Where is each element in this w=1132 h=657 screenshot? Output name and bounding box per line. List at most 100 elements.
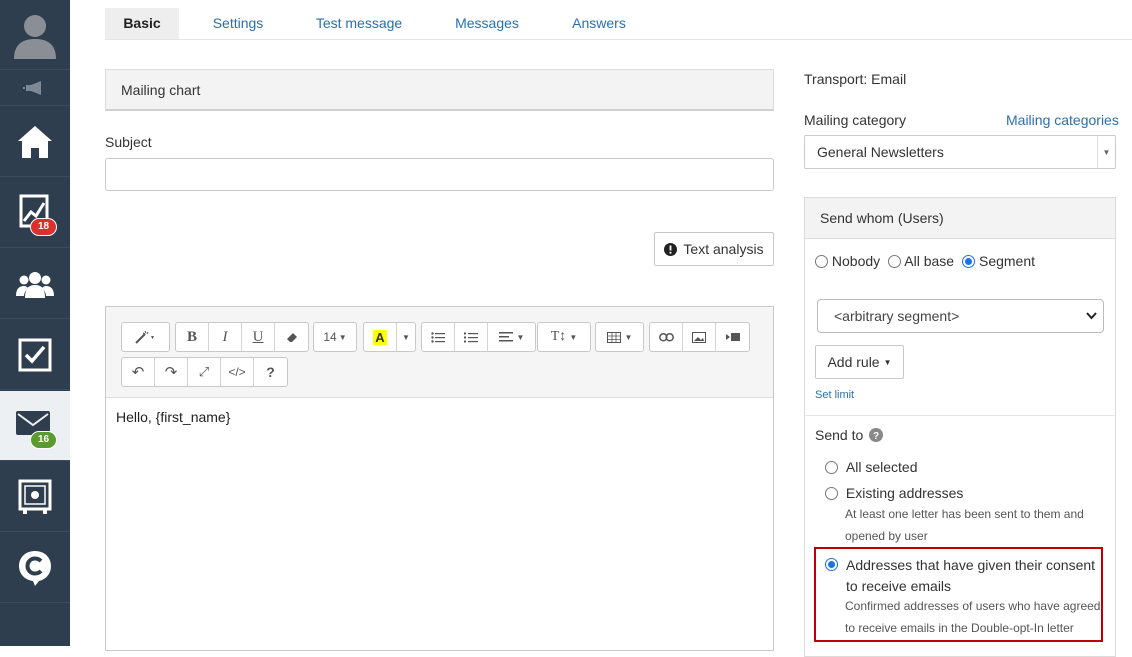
text-height-icon: T↕ [550, 329, 567, 344]
send-whom-title: Send whom (Users) [805, 198, 1115, 239]
users-icon [16, 271, 54, 298]
sidebar-mail[interactable]: 16 [0, 391, 70, 461]
code-view-button[interactable]: </> [221, 358, 254, 386]
radio-all-base[interactable]: All base [888, 253, 954, 269]
undo-button[interactable]: ↶ [122, 358, 155, 386]
caret-down-icon: ▼ [402, 332, 410, 342]
user-avatar[interactable] [0, 0, 70, 70]
tab-answers[interactable]: Answers [557, 8, 641, 39]
checkbox-icon [18, 338, 52, 371]
safe-icon [18, 479, 52, 514]
caret-down-icon: ▼ [883, 357, 892, 367]
redo-icon: ↷ [164, 364, 178, 381]
clear-format-button[interactable] [275, 323, 308, 351]
link-button[interactable] [650, 323, 683, 351]
insert-group [649, 322, 750, 352]
divider [805, 415, 1115, 416]
radio-circle-selected [962, 255, 976, 268]
radio-nobody[interactable]: Nobody [815, 253, 880, 269]
video-button[interactable] [716, 323, 749, 351]
left-sidebar: 18 16 [0, 0, 70, 646]
caret-down-icon: ▼ [516, 332, 525, 342]
radio-all-selected-label: All selected [845, 459, 918, 475]
sidebar-tasks[interactable] [0, 320, 70, 390]
mailing-category-value: General Newsletters [817, 144, 944, 160]
sidebar-analytics[interactable]: 18 [0, 178, 70, 248]
sidebar-home[interactable] [0, 107, 70, 177]
editor-content[interactable]: Hello, {first_name} [116, 409, 230, 425]
font-size-value: 14 [323, 330, 337, 344]
italic-button[interactable]: I [209, 323, 242, 351]
table-group: ▼ [595, 322, 644, 352]
subject-label: Subject [105, 134, 152, 150]
question-icon: ? [266, 364, 275, 380]
mailing-categories-link[interactable]: Mailing categories [1006, 112, 1119, 128]
video-icon [725, 333, 740, 341]
radio-existing-addresses[interactable]: Existing addresses [825, 485, 963, 501]
help-circle-icon[interactable]: ? [869, 428, 884, 442]
highlight-a-icon: A [373, 329, 387, 345]
set-limit-link[interactable]: Set limit [815, 389, 854, 401]
radio-nobody-label: Nobody [831, 253, 881, 269]
bullet-list-button[interactable] [422, 323, 455, 351]
tab-test-message[interactable]: Test message [301, 8, 417, 39]
home-icon [18, 125, 52, 158]
fullscreen-button[interactable]: ⤢ [188, 358, 221, 386]
tab-basic[interactable]: Basic [105, 8, 179, 39]
align-dropdown-button[interactable]: ▼ [488, 323, 535, 351]
mailing-chart-panel[interactable]: Mailing chart [105, 69, 774, 111]
send-to-label: Send to [815, 427, 864, 443]
color-dropdown-button[interactable]: ▼ [397, 323, 415, 351]
help-button[interactable]: ? [254, 358, 287, 386]
font-size-dropdown[interactable]: 14 ▼ [314, 323, 356, 351]
add-rule-label: Add rule [827, 354, 880, 370]
numbered-list-button[interactable] [455, 323, 488, 351]
image-icon [692, 331, 706, 343]
segment-value: <arbitrary segment> [834, 308, 960, 324]
text-size-group: T↕ ▼ [537, 322, 591, 352]
table-button[interactable]: ▼ [596, 323, 643, 351]
exclamation-circle-icon [664, 242, 678, 256]
magic-wand-icon [134, 330, 154, 344]
analytics-badge: 18 [30, 218, 58, 236]
image-button[interactable] [683, 323, 716, 351]
transport-label: Transport: Email [804, 71, 907, 87]
radio-circle [825, 487, 838, 500]
radio-all-base-label: All base [904, 253, 955, 269]
redo-button[interactable]: ↷ [155, 358, 188, 386]
radio-circle [815, 255, 828, 268]
line-height-button[interactable]: T↕ ▼ [538, 323, 590, 351]
text-analysis-button[interactable]: Text analysis [654, 232, 774, 266]
sidebar-vault[interactable] [0, 462, 70, 532]
segment-select[interactable]: <arbitrary segment> [817, 299, 1104, 333]
radio-segment-label: Segment [978, 253, 1036, 269]
caret-down-icon: ▼ [569, 332, 578, 342]
add-rule-button[interactable]: Add rule ▼ [815, 345, 904, 379]
subject-input[interactable] [105, 158, 774, 191]
radio-circle [888, 255, 902, 268]
underline-button[interactable]: U [242, 323, 275, 351]
magic-style-button[interactable] [122, 323, 169, 351]
bullet-list-icon [431, 331, 445, 343]
chat-logo-icon [19, 550, 51, 586]
mailing-category-select[interactable]: General Newsletters ▼ [804, 135, 1116, 169]
radio-segment[interactable]: Segment [962, 253, 1035, 269]
caret-down-icon: ▼ [338, 332, 347, 342]
tab-settings[interactable]: Settings [195, 8, 281, 39]
send-to-heading: Send to ? [815, 427, 884, 443]
sidebar-users[interactable] [0, 249, 70, 319]
svg-text:?: ? [873, 431, 879, 442]
font-size-group: 14 ▼ [313, 322, 357, 352]
chevron-down-icon [1086, 312, 1097, 320]
mailing-category-label: Mailing category [804, 112, 906, 128]
tab-messages[interactable]: Messages [441, 8, 533, 39]
caret-down-icon: ▼ [1097, 136, 1115, 168]
align-icon [498, 332, 513, 342]
text-color-button[interactable]: A [364, 323, 397, 351]
sidebar-announcements[interactable] [0, 70, 70, 106]
sidebar-chat[interactable] [0, 533, 70, 603]
tab-bar: Basic Settings Test message Messages Ans… [105, 8, 1132, 40]
bold-button[interactable]: B [176, 323, 209, 351]
format-group: B I U [175, 322, 309, 352]
radio-all-selected[interactable]: All selected [825, 459, 917, 475]
